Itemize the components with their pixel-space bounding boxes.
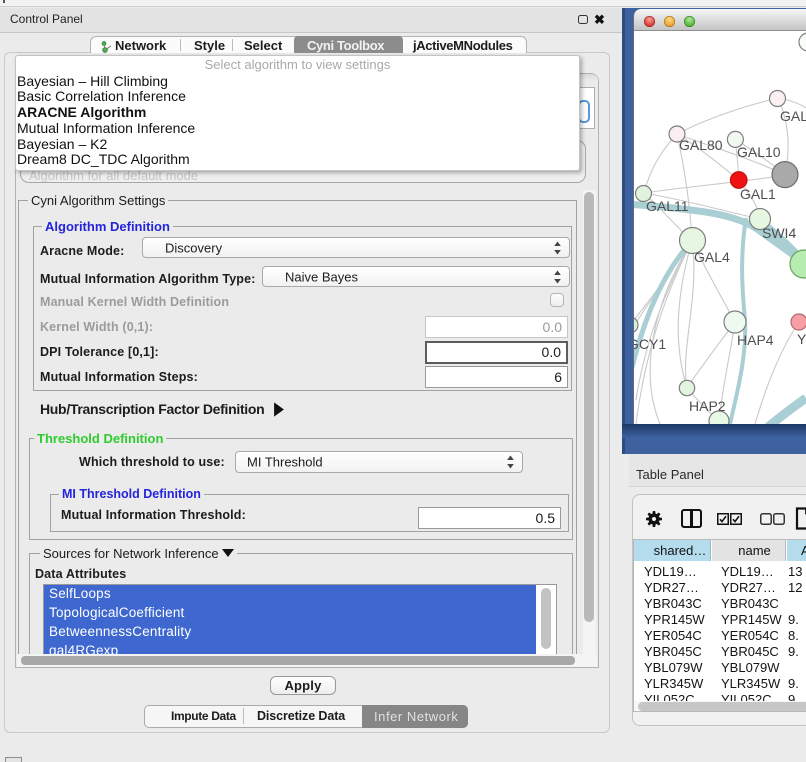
svg-text:GAL80: GAL80 xyxy=(679,137,723,153)
svg-text:GAL7: GAL7 xyxy=(780,108,806,124)
svg-text:HAP4: HAP4 xyxy=(737,332,774,348)
svg-text:Y: Y xyxy=(797,331,806,347)
svg-text:GCY1: GCY1 xyxy=(634,336,666,352)
svg-text:GAL11: GAL11 xyxy=(646,198,689,214)
svg-text:SWI4: SWI4 xyxy=(762,225,796,241)
svg-text:GAL4: GAL4 xyxy=(694,249,730,265)
svg-text:GAL10: GAL10 xyxy=(737,144,781,160)
svg-text:HAP2: HAP2 xyxy=(689,398,726,414)
svg-text:GAL1: GAL1 xyxy=(740,186,776,202)
